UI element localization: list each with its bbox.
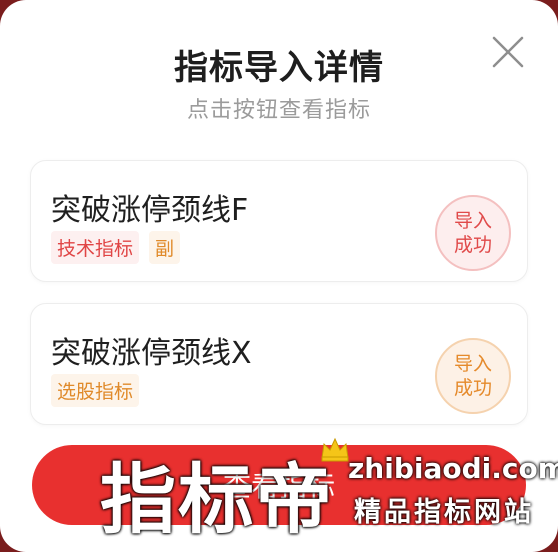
import-success-stamp: 导入 成功 (435, 195, 511, 271)
dialog-title: 指标导入详情 (174, 48, 384, 88)
view-indicator-button[interactable]: 查看指标 (32, 445, 526, 525)
dialog-subtitle: 点击按钮查看指标 (186, 98, 371, 123)
tag-stock-selection-indicator: 选股指标 (51, 374, 140, 407)
close-icon[interactable] (490, 34, 526, 70)
import-details-dialog: 指标导入详情 点击按钮查看指标 突破涨停颈线F 技术指标 副 导入 成功 突破涨停… (0, 0, 558, 552)
indicator-tags: 技术指标 副 (51, 231, 181, 264)
indicator-card[interactable]: 突破涨停颈线F 技术指标 副 导入 成功 (30, 160, 528, 282)
indicator-name: 突破涨停颈线X (51, 336, 252, 371)
tag-technical-indicator: 技术指标 (51, 231, 140, 264)
import-success-stamp: 导入 成功 (435, 338, 511, 414)
status-text: 导入 成功 (453, 210, 492, 256)
indicator-tags: 选股指标 (51, 374, 140, 407)
status-text: 导入 成功 (453, 353, 492, 399)
indicator-card[interactable]: 突破涨停颈线X 选股指标 导入 成功 (30, 303, 528, 425)
button-label: 查看指标 (222, 470, 335, 503)
indicator-name: 突破涨停颈线F (51, 193, 249, 228)
tag-sub-chart: 副 (149, 231, 181, 264)
